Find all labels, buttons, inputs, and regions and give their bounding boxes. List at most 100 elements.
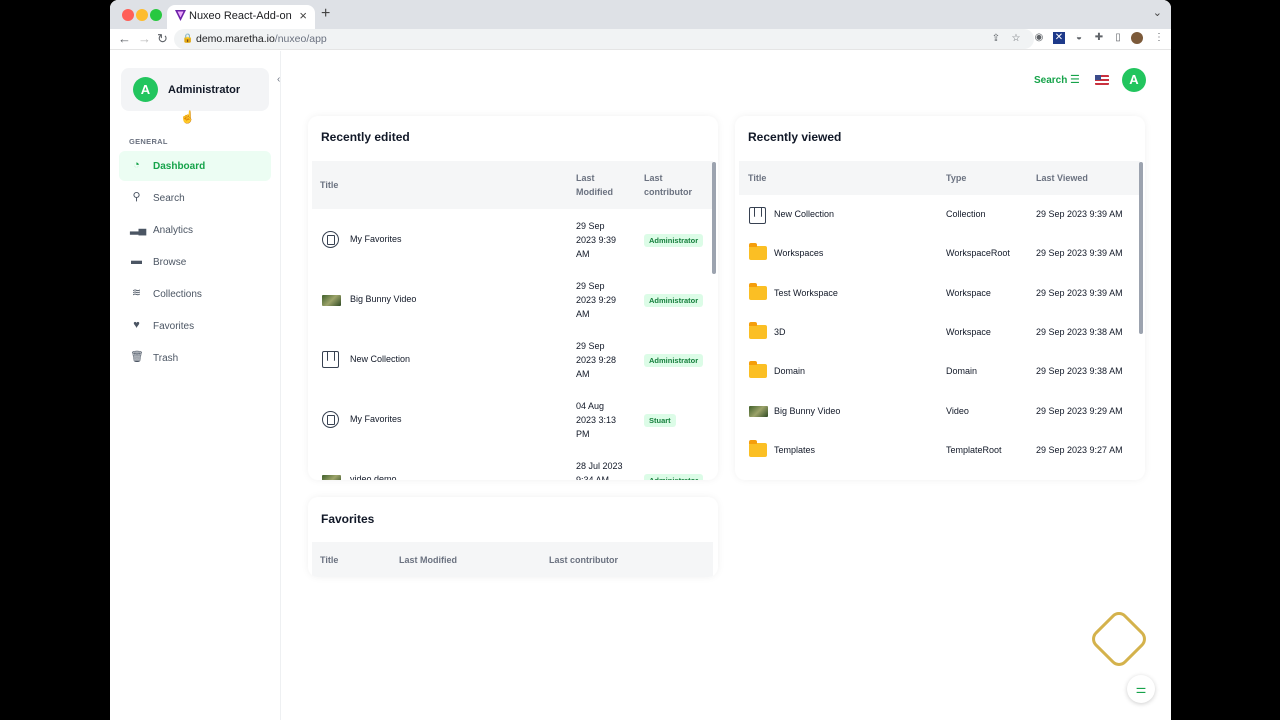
table-row[interactable]: My Favorites 04 Aug 2023 3:13 PM Stuart [312, 390, 713, 450]
row-title: My Favorites [350, 234, 402, 244]
favorites-title: Favorites [321, 512, 375, 526]
recently-edited-card: Recently edited Title Last Modified Last… [308, 116, 718, 480]
sidebar-item-favorites[interactable]: ♥ Favorites [119, 311, 271, 341]
filter-icon[interactable]: ☰ [1070, 73, 1080, 86]
forward-icon[interactable]: → [138, 31, 151, 46]
header-avatar[interactable]: A [1122, 68, 1146, 92]
table-row[interactable]: Workspaces WorkspaceRoot 29 Sep 2023 9:39 … [739, 234, 1140, 273]
share-icon[interactable]: ⇪ [990, 33, 1002, 45]
sidebar-item-analytics[interactable]: ▂▄ Analytics [119, 215, 271, 245]
reload-icon[interactable]: ↻ [157, 31, 168, 47]
row-title: Templates [774, 444, 816, 455]
folder-icon [749, 243, 767, 261]
analytics-icon: ▂▄ [130, 223, 147, 235]
favorites-header: Title Last Modified Last contributor [312, 542, 713, 577]
row-viewed: 29 Sep 2023 9:38 AM [1036, 326, 1123, 337]
column-last-contributor: Last contributor [549, 555, 618, 565]
profile-avatar-icon[interactable] [1131, 32, 1143, 44]
sidebar-item-browse[interactable]: ▬ Browse [119, 247, 271, 277]
column-type: Type [946, 173, 967, 183]
browser-tab[interactable]: Nuxeo React-Add-on × [167, 5, 315, 29]
row-last-modified: 9:34 AM [576, 475, 610, 480]
close-window-button[interactable] [122, 9, 134, 21]
back-icon[interactable]: ← [118, 31, 131, 46]
sidebar-item-label: Dashboard [153, 161, 206, 172]
contributor-badge: Administrator [644, 474, 704, 480]
column-title: Title [320, 180, 339, 190]
row-type: Workspace [946, 287, 991, 298]
extension-x-icon[interactable]: ✕ [1053, 32, 1065, 44]
row-title: Big Bunny Video [774, 405, 841, 416]
folder-icon: ▬ [131, 255, 142, 267]
row-viewed: 29 Sep 2023 9:27 AM [1036, 444, 1123, 455]
table-row[interactable]: New Collection Collection 29 Sep 2023 9:39… [739, 195, 1140, 234]
recently-edited-header: Title Last Modified Last contributor [312, 161, 713, 209]
table-row[interactable]: Domain Domain 29 Sep 2023 9:38 AM [739, 352, 1140, 391]
row-title: Big Bunny Video [350, 294, 417, 304]
table-row[interactable]: 3D Workspace 29 Sep 2023 9:38 AM [739, 313, 1140, 352]
recently-viewed-card: Recently viewed Title Type Last Viewed N… [735, 116, 1145, 480]
collapse-sidebar-icon[interactable]: ‹ [277, 74, 286, 86]
us-flag-icon[interactable] [1095, 75, 1109, 85]
browser-menu-icon[interactable]: ⋮ [1153, 32, 1165, 44]
column-title: Title [320, 555, 339, 565]
minimize-window-button[interactable] [136, 9, 148, 21]
folder-icon [749, 282, 767, 300]
collection-icon [749, 207, 766, 224]
table-row[interactable]: New Collection 29 Sep 2023 9:28 AM Administr… [312, 330, 713, 390]
tab-title: Nuxeo React-Add-on [189, 10, 292, 22]
nuxeo-logo-icon [175, 10, 186, 21]
extension-incognito-icon[interactable]: ◒ [1073, 32, 1085, 44]
row-title: Domain [774, 366, 806, 377]
bookmark-star-icon[interactable]: ☆ [1010, 33, 1022, 45]
recently-edited-scrollbar[interactable] [712, 162, 716, 274]
url-text: demo.maretha.io/nuxeo/app [196, 33, 327, 45]
sidebar-item-label: Browse [153, 257, 187, 268]
table-row[interactable]: Big Bunny Video 29 Sep 2023 9:29 AM Administ… [312, 270, 713, 330]
user-name: Administrator [168, 84, 241, 96]
dashboard-icon: ◔ [133, 159, 140, 171]
contributor-badge: Administrator [644, 354, 704, 367]
folder-icon [749, 439, 767, 457]
row-title: video demo [350, 474, 397, 480]
side-panel-icon[interactable]: ▯ [1112, 32, 1124, 44]
browser-toolbar: ← → ↻ 🔒 demo.maretha.io/nuxeo/app ⇪ ☆ ◉ … [110, 29, 1171, 50]
user-avatar: A [133, 77, 158, 102]
row-type: Video [946, 405, 969, 416]
row-last-modified: AM [576, 309, 590, 319]
floating-diamond-logo [1087, 607, 1151, 671]
sidebar-section-label: GENERAL [129, 137, 168, 146]
row-type: Workspace [946, 326, 991, 337]
row-viewed: 29 Sep 2023 9:39 AM [1036, 209, 1123, 219]
close-tab-icon[interactable]: × [299, 8, 307, 23]
row-viewed: 29 Sep 2023 9:39 AM [1036, 287, 1123, 298]
sidebar-item-dashboard[interactable]: ◔ Dashboard [119, 151, 271, 181]
row-title: New Collection [774, 209, 835, 219]
maximize-window-button[interactable] [150, 9, 162, 21]
sidebar-item-search[interactable]: ⚲ Search [119, 183, 271, 213]
recently-viewed-scrollbar[interactable] [1139, 162, 1143, 334]
table-row[interactable]: Big Bunny Video Video 29 Sep 2023 9:29 AM [739, 392, 1140, 431]
sidebar-item-label: Collections [153, 289, 202, 300]
table-row[interactable]: video demo 28 Jul 2023 9:34 AM Administrato… [312, 450, 713, 480]
sidebar-item-label: Search [153, 193, 185, 204]
table-row[interactable]: Templates TemplateRoot 29 Sep 2023 9:27 AM [739, 431, 1140, 470]
tab-list-chevron-icon[interactable]: ⌄ [1153, 6, 1162, 19]
column-last-modified: Last Modified [399, 555, 457, 565]
row-last-modified: 29 Sep [576, 281, 605, 291]
extension-circle-icon[interactable]: ◉ [1033, 32, 1045, 44]
user-card[interactable]: A Administrator [121, 68, 269, 111]
sidebar-item-trash[interactable]: 🗑 Trash [119, 343, 271, 373]
contributor-badge: Administrator [644, 294, 704, 307]
sidebar-item-collections[interactable]: ≋ Collections [119, 279, 271, 309]
top-search-button[interactable]: Search [1034, 75, 1067, 86]
extensions-puzzle-icon[interactable]: ✚ [1093, 32, 1105, 44]
toggle-widget-button[interactable]: ⚌ [1127, 675, 1155, 703]
table-row[interactable]: Test Workspace Workspace 29 Sep 2023 9:39 … [739, 274, 1140, 313]
row-viewed: 29 Sep 2023 9:39 AM [1036, 248, 1123, 259]
row-title: Workspaces [774, 248, 824, 259]
row-title: 3D [774, 326, 786, 337]
address-bar[interactable]: 🔒 demo.maretha.io/nuxeo/app ⇪ ☆ [174, 29, 1034, 49]
table-row[interactable]: My Favorites 29 Sep 2023 9:39 AM Administrat… [312, 210, 713, 270]
new-tab-button[interactable]: + [321, 5, 330, 23]
